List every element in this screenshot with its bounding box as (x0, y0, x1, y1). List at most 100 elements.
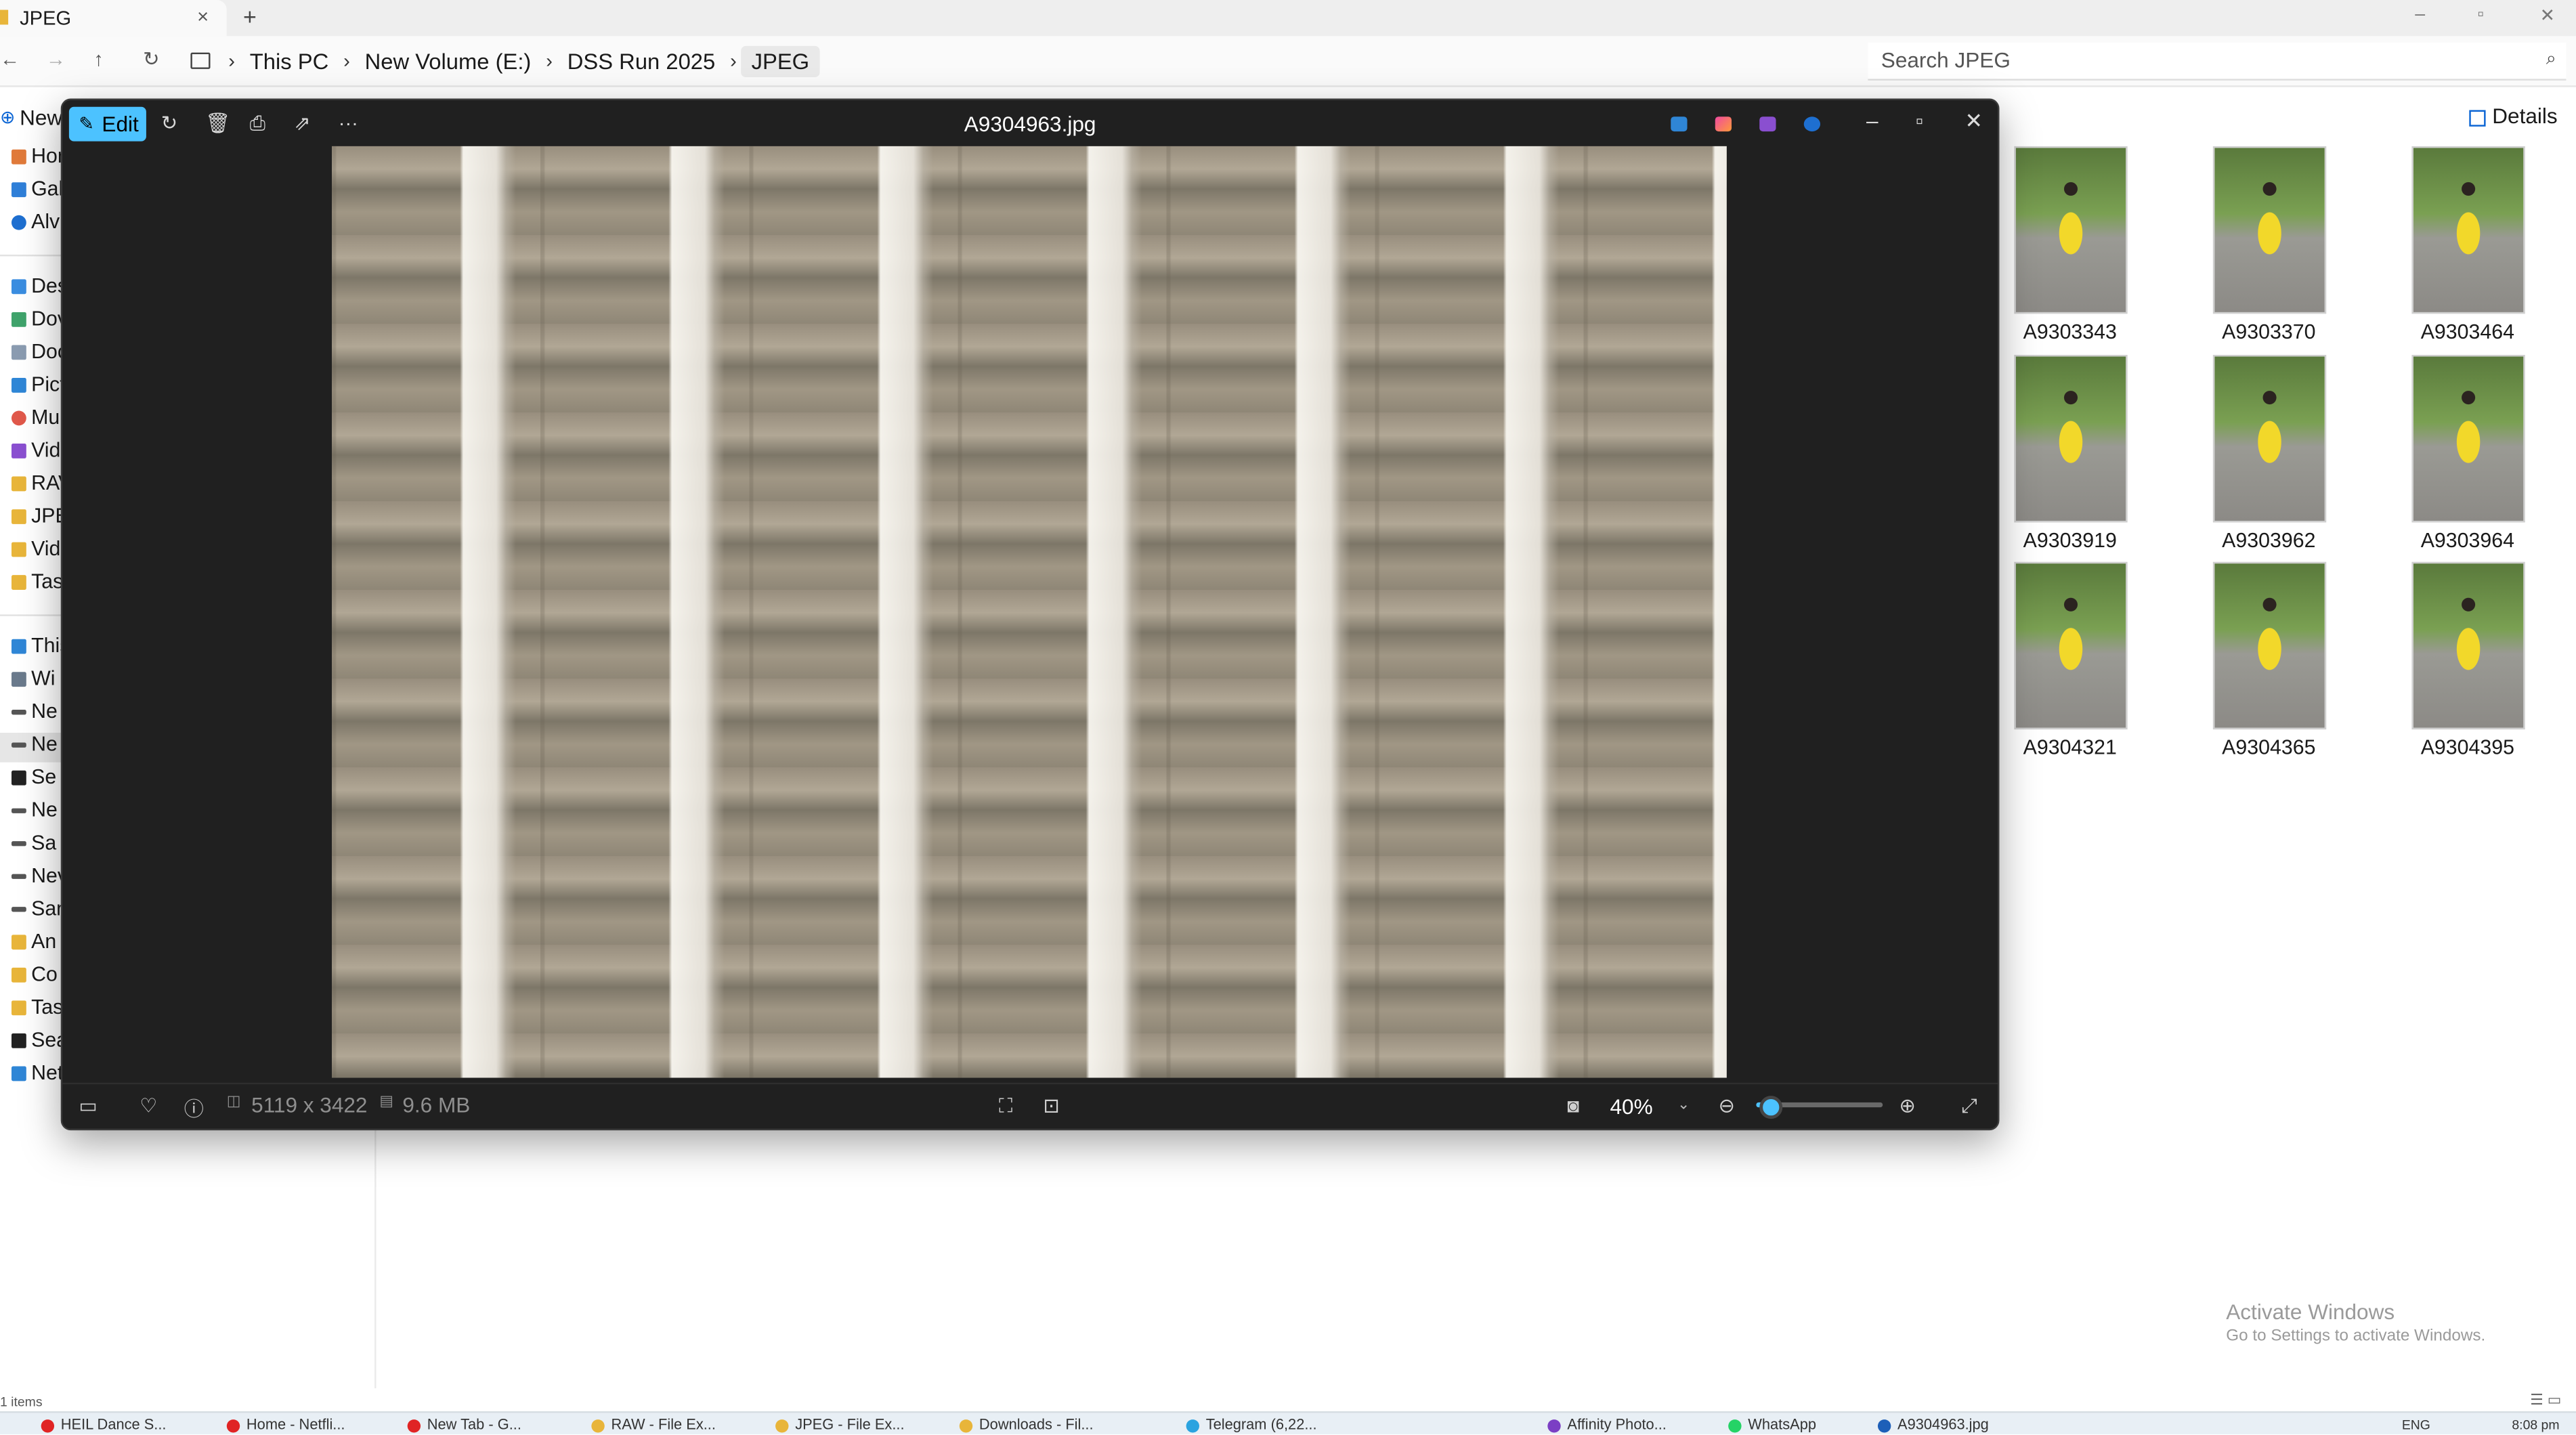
file-name[interactable]: A9303919 (1996, 529, 2144, 552)
actual-size-icon[interactable]: ⊡ (1044, 1094, 1060, 1117)
nav-item-new-volume[interactable]: Nev (0, 864, 66, 894)
taskbar-app[interactable]: A9304963.jpg (1877, 1416, 1989, 1432)
file-thumbnail[interactable] (2014, 146, 2128, 314)
nav-item-drive-3[interactable]: Ne (0, 798, 66, 828)
zoom-slider[interactable] (1756, 1096, 1883, 1119)
breadcrumb-jpeg[interactable]: JPEG (742, 45, 819, 77)
taskbar-app[interactable]: HEIL Dance S... (41, 1416, 167, 1432)
clipchamp-icon[interactable] (1759, 116, 1776, 132)
file-name[interactable]: A9304365 (2195, 736, 2342, 759)
zoom-out-icon[interactable]: ⊖ (1719, 1094, 1735, 1117)
nav-item-jpeg[interactable]: JPE (0, 505, 66, 534)
fullscreen-icon[interactable]: ⤢ (1962, 1094, 1977, 1119)
nav-item-folder-co[interactable]: Co (0, 963, 66, 993)
nav-item-tasks[interactable]: Tas (0, 570, 66, 600)
file-name[interactable]: A9304395 (2394, 736, 2541, 759)
screenshot-icon[interactable]: ◙ (1567, 1094, 1579, 1117)
chevron-right-icon[interactable]: › (725, 49, 742, 72)
nav-item-desktop[interactable]: Des (0, 274, 66, 304)
breadcrumb-dss-run[interactable]: DSS Run 2025 (557, 45, 725, 77)
taskbar-app[interactable]: Affinity Photo... (1547, 1416, 1667, 1432)
nav-item-windows-drive[interactable]: Wi (0, 667, 66, 697)
taskbar-app[interactable]: RAW - File Ex... (591, 1416, 716, 1432)
taskbar-app[interactable]: Telegram (6,22... (1186, 1416, 1317, 1432)
search-input[interactable]: Search JPEG ⌕ (1868, 43, 2567, 81)
nav-item-folder-an[interactable]: An (0, 930, 66, 960)
list-view-icon[interactable]: ☰ (2530, 1392, 2543, 1408)
restore-button[interactable]: ▫ (2477, 5, 2483, 24)
nav-item-network[interactable]: Net (0, 1061, 66, 1091)
language-indicator[interactable]: ENG (2402, 1418, 2430, 1433)
refresh-button[interactable]: ↻ (143, 47, 159, 70)
nav-item-folder-tas[interactable]: Tas (0, 995, 66, 1025)
up-button[interactable]: ↑ (93, 47, 104, 70)
onedrive-icon[interactable] (1803, 116, 1821, 132)
nav-item-videos[interactable]: Vid (0, 439, 66, 469)
taskbar-app[interactable]: Home - Netfli... (226, 1416, 345, 1432)
taskbar-app[interactable]: New Tab - G... (407, 1416, 521, 1432)
nav-item-gallery[interactable]: Gal (0, 177, 66, 207)
fit-to-window-icon[interactable]: ⛶ (999, 1094, 1012, 1119)
nav-item-video-folder[interactable]: Vid (0, 537, 66, 567)
taskbar-app[interactable]: WhatsApp (1728, 1416, 1816, 1432)
minimize-button[interactable]: – (2415, 5, 2425, 24)
zoom-slider-thumb[interactable] (1759, 1096, 1782, 1119)
nav-item-drive-2[interactable]: Ne (0, 733, 66, 763)
close-window-button[interactable]: ✕ (2540, 5, 2555, 26)
file-name[interactable]: A9304321 (1996, 736, 2144, 759)
file-thumbnail[interactable] (2411, 561, 2525, 730)
taskbar-app[interactable]: JPEG - File Ex... (775, 1416, 905, 1432)
new-button[interactable]: New (20, 105, 62, 129)
tiles-view-icon[interactable]: ▭ (2548, 1392, 2562, 1408)
file-thumbnail[interactable] (2014, 355, 2128, 523)
breadcrumb-new-volume[interactable]: New Volume (E:) (355, 45, 541, 77)
viewer-maximize-button[interactable]: ▫ (1916, 108, 1923, 133)
taskbar-app[interactable]: Downloads - Fil... (959, 1416, 1094, 1432)
nav-item-home[interactable]: Hor (0, 144, 66, 174)
file-name[interactable]: A9303964 (2394, 529, 2541, 552)
nav-item-documents[interactable]: Doc (0, 340, 66, 370)
file-thumbnail[interactable] (2212, 355, 2327, 523)
file-thumbnail[interactable] (2212, 561, 2327, 730)
viewer-close-button[interactable]: ✕ (1965, 108, 1983, 135)
details-button[interactable]: Details (2469, 104, 2558, 128)
nav-item-seagate[interactable]: Se (0, 766, 66, 796)
breadcrumb-this-pc[interactable]: This PC (240, 45, 339, 77)
explorer-tab-jpeg[interactable]: JPEG × (0, 0, 227, 37)
favorite-icon[interactable]: ♡ (139, 1094, 157, 1117)
nav-item-onedrive[interactable]: Alvi (0, 211, 66, 240)
chevron-right-icon[interactable]: › (541, 49, 557, 72)
file-thumbnail[interactable] (2212, 146, 2327, 314)
filmstrip-icon[interactable]: ▭ (79, 1094, 98, 1117)
zoom-select[interactable]: 40% ⌄ (1600, 1091, 1696, 1124)
viewer-minimize-button[interactable]: – (1866, 108, 1879, 133)
nav-item-pictures[interactable]: Pict (0, 373, 66, 403)
info-icon[interactable]: ⓘ (184, 1094, 204, 1122)
designer-icon[interactable] (1715, 116, 1732, 132)
file-thumbnail[interactable] (2014, 561, 2128, 730)
nav-item-raw[interactable]: RAV (0, 471, 66, 501)
zoom-in-icon[interactable]: ⊕ (1899, 1094, 1915, 1117)
new-tab-button[interactable]: + (243, 3, 257, 30)
clock[interactable]: 8:08 pm (2512, 1418, 2559, 1433)
photo-editor-icon[interactable] (1671, 116, 1688, 132)
nav-item-samsung-2[interactable]: San (0, 897, 66, 927)
nav-item-downloads[interactable]: Dov (0, 307, 66, 337)
nav-item-samsung[interactable]: Sa (0, 832, 66, 861)
file-name[interactable]: A9303343 (1996, 320, 2144, 343)
file-thumbnail[interactable] (2411, 355, 2525, 523)
chevron-right-icon[interactable]: › (339, 49, 355, 72)
forward-button[interactable]: → (46, 47, 66, 70)
chevron-right-icon[interactable]: › (223, 49, 240, 72)
nav-item-seagate-2[interactable]: Sea (0, 1029, 66, 1058)
view-toggle[interactable]: ☰ ▭ (2530, 1392, 2561, 1410)
file-name[interactable]: A9303962 (2195, 529, 2342, 552)
file-name[interactable]: A9303370 (2195, 320, 2342, 343)
back-button[interactable]: ← (0, 47, 20, 70)
nav-item-drive-1[interactable]: Ne (0, 700, 66, 729)
photo-canvas[interactable] (332, 146, 1727, 1078)
nav-item-music[interactable]: Mu (0, 406, 66, 435)
tab-close-button[interactable]: × (197, 5, 209, 28)
nav-item-this-pc[interactable]: This (0, 634, 66, 664)
file-thumbnail[interactable] (2411, 146, 2525, 314)
